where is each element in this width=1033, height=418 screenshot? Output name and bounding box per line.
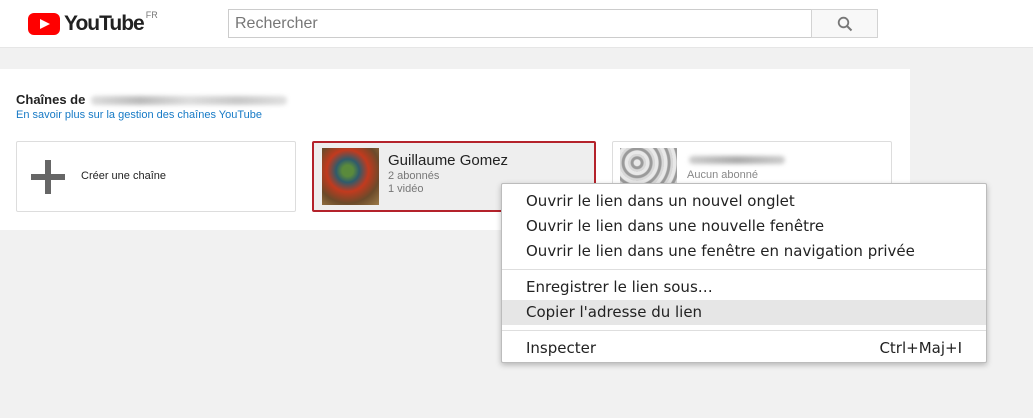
manage-channels-link[interactable]: En savoir plus sur la gestion des chaîne… — [16, 109, 262, 121]
menu-item-label: Enregistrer le lien sous… — [526, 278, 713, 296]
menu-item-open-new-window[interactable]: Ouvrir le lien dans une nouvelle fenêtre — [502, 214, 986, 239]
panel-title-text: Chaînes de — [16, 92, 86, 107]
menu-separator — [502, 269, 986, 270]
youtube-logo[interactable]: YouTube FR — [28, 10, 158, 36]
create-channel-label: Créer une chaîne — [81, 170, 166, 182]
menu-item-open-new-tab[interactable]: Ouvrir le lien dans un nouvel onglet — [502, 189, 986, 214]
panel-title: Chaînes de — [16, 92, 288, 107]
menu-item-shortcut: Ctrl+Maj+I — [879, 339, 962, 357]
logo-text: YouTube — [64, 12, 145, 35]
channel-name: Guillaume Gomez — [388, 152, 509, 169]
menu-item-inspect[interactable]: Inspecter Ctrl+Maj+I — [502, 336, 986, 361]
menu-item-label: Ouvrir le lien dans une fenêtre en navig… — [526, 242, 915, 260]
play-logo-icon — [28, 13, 60, 35]
search-input[interactable] — [228, 9, 811, 38]
blurred-channel-name — [689, 156, 785, 164]
search-button[interactable] — [811, 9, 878, 38]
menu-item-label: Ouvrir le lien dans une nouvelle fenêtre — [526, 217, 825, 235]
top-bar: YouTube FR — [0, 0, 1033, 48]
menu-item-label: Inspecter — [526, 339, 597, 357]
blurred-account-name — [91, 96, 288, 106]
channel-avatar — [322, 148, 379, 205]
channel-avatar — [620, 148, 677, 185]
menu-item-label: Copier l'adresse du lien — [526, 303, 703, 321]
magnifier-icon — [837, 16, 852, 31]
plus-icon — [31, 160, 65, 194]
context-menu: Ouvrir le lien dans un nouvel onglet Ouv… — [501, 183, 987, 363]
menu-item-copy-link[interactable]: Copier l'adresse du lien — [502, 300, 986, 325]
create-channel-tile[interactable]: Créer une chaîne — [16, 141, 296, 212]
channel-videos: 1 vidéo — [388, 183, 424, 195]
menu-item-label: Ouvrir le lien dans un nouvel onglet — [526, 192, 795, 210]
menu-separator — [502, 330, 986, 331]
menu-item-open-private-window[interactable]: Ouvrir le lien dans une fenêtre en navig… — [502, 239, 986, 264]
region-code: FR — [145, 10, 158, 20]
channel-subscribers: 2 abonnés — [388, 170, 440, 182]
menu-item-save-link[interactable]: Enregistrer le lien sous… — [502, 275, 986, 300]
channel-subscribers: Aucun abonné — [687, 169, 758, 181]
search-bar — [228, 9, 878, 38]
